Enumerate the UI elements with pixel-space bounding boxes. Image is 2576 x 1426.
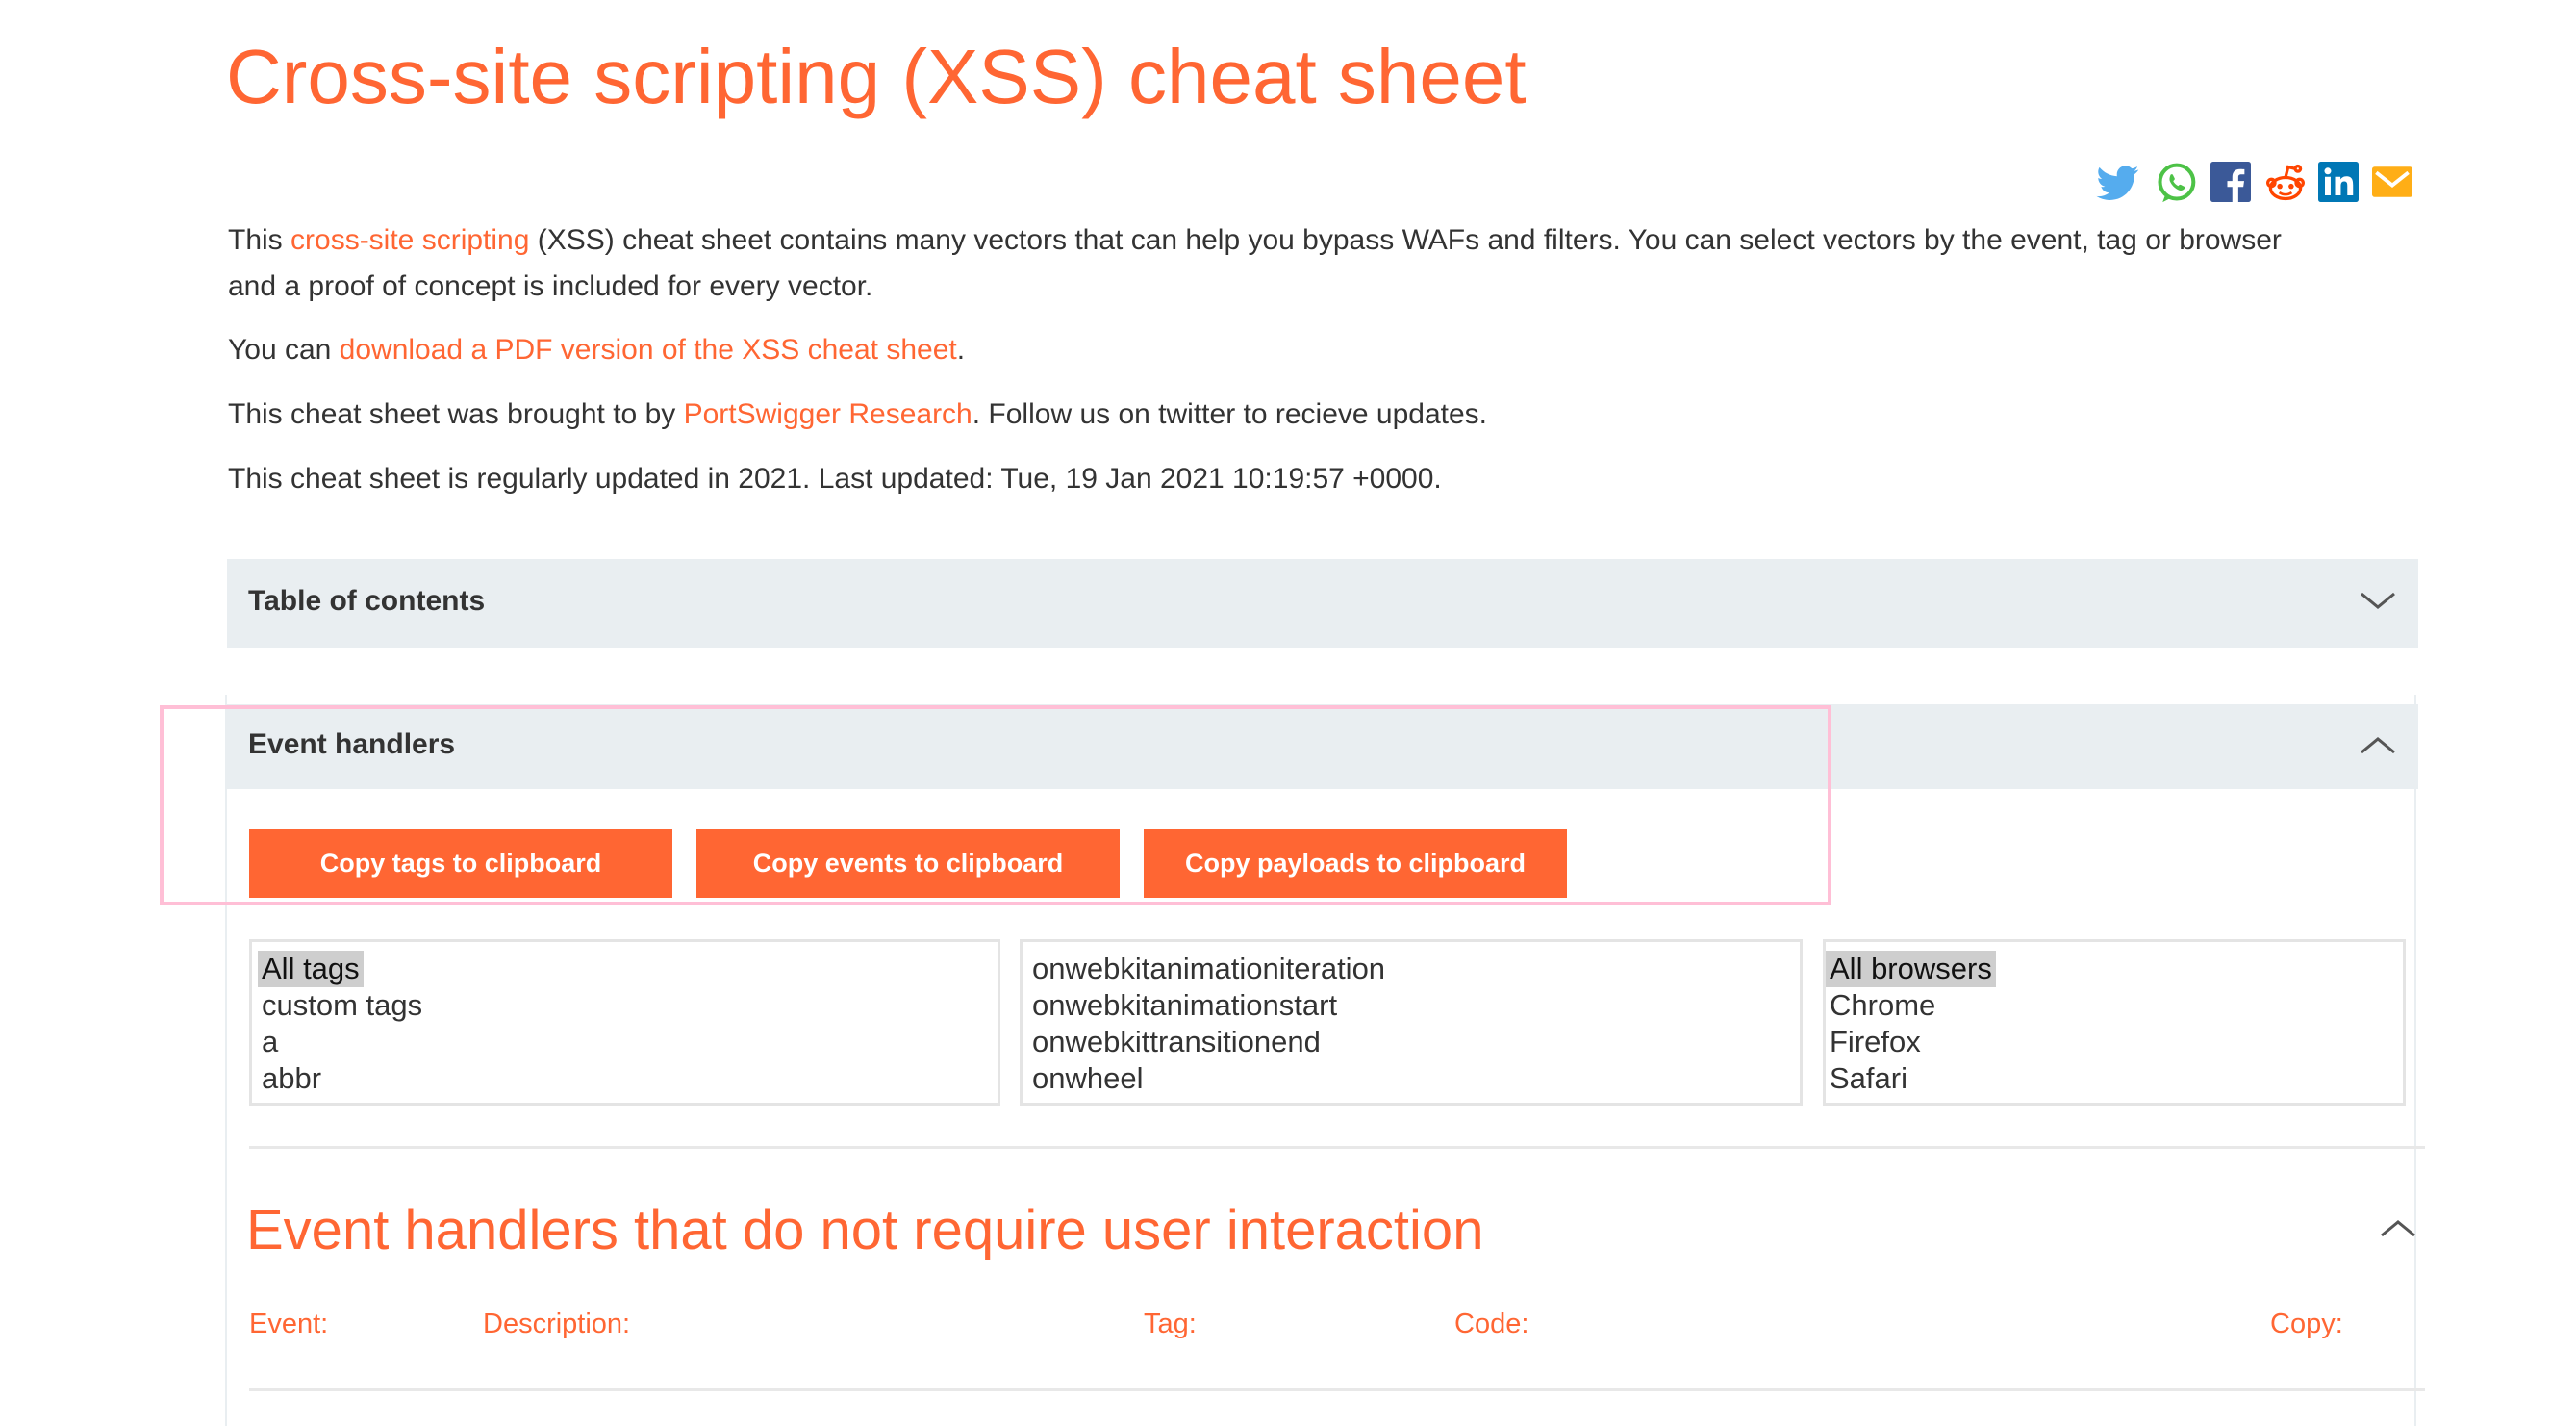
email-icon[interactable] bbox=[2372, 162, 2414, 204]
chevron-up-icon[interactable] bbox=[2379, 1210, 2417, 1249]
cross-site-scripting-link[interactable]: cross-site scripting bbox=[290, 224, 529, 256]
intro-paragraph-3: This cheat sheet was brought to by PortS… bbox=[228, 398, 1488, 430]
table-divider bbox=[249, 1388, 2425, 1391]
column-header-copy: Copy: bbox=[2270, 1309, 2343, 1339]
twitter-icon[interactable] bbox=[2095, 162, 2139, 204]
column-header-tag: Tag: bbox=[1144, 1309, 1197, 1339]
section-divider bbox=[249, 1146, 2425, 1149]
listbox-option[interactable]: abbr bbox=[258, 1060, 325, 1097]
whatsapp-icon[interactable] bbox=[2155, 162, 2197, 204]
reddit-icon[interactable] bbox=[2264, 162, 2307, 204]
column-header-event: Event: bbox=[249, 1309, 329, 1339]
chevron-up-icon[interactable] bbox=[2359, 726, 2397, 764]
page-title: Cross-site scripting (XSS) cheat sheet bbox=[226, 34, 1527, 119]
share-icons bbox=[0, 162, 2576, 204]
listbox-option[interactable]: custom tags bbox=[258, 987, 426, 1024]
listbox-option[interactable]: onwebkittransitionend bbox=[1028, 1024, 1325, 1060]
listbox-option[interactable]: All browsers bbox=[1826, 951, 1996, 987]
event-handlers-label: Event handlers bbox=[248, 728, 456, 760]
listbox-option[interactable]: All tags bbox=[258, 951, 364, 987]
events-listbox[interactable]: onwebkitanimationiteration onwebkitanima… bbox=[1020, 939, 1803, 1106]
column-header-code: Code: bbox=[1454, 1309, 1529, 1339]
copy-tags-button[interactable]: Copy tags to clipboard bbox=[249, 829, 672, 898]
listbox-option[interactable]: Firefox bbox=[1826, 1024, 1925, 1060]
listbox-option[interactable]: a bbox=[258, 1024, 282, 1060]
browsers-listbox[interactable]: All browsers Chrome Firefox Safari Edge bbox=[1823, 939, 2406, 1106]
linkedin-icon[interactable] bbox=[2318, 162, 2361, 204]
toc-accordion-header[interactable]: Table of contents bbox=[227, 559, 2418, 648]
toc-label: Table of contents bbox=[248, 585, 486, 617]
listbox-option[interactable]: onwebkitanimationiteration bbox=[1028, 951, 1389, 987]
listbox-option[interactable]: Chrome bbox=[1826, 987, 1939, 1024]
intro-paragraph-2: You can download a PDF version of the XS… bbox=[228, 334, 966, 366]
listbox-option[interactable]: Edge bbox=[1826, 1097, 1903, 1103]
intro-paragraph-4: This cheat sheet is regularly updated in… bbox=[228, 463, 1442, 495]
event-handlers-accordion-header[interactable]: Event handlers bbox=[227, 704, 2418, 789]
tags-listbox[interactable]: All tags custom tags a abbr bbox=[249, 939, 1000, 1106]
facebook-icon[interactable] bbox=[2210, 162, 2253, 204]
listbox-option[interactable]: onwebkitanimationstart bbox=[1028, 987, 1341, 1024]
download-pdf-link[interactable]: download a PDF version of the XSS cheat … bbox=[340, 334, 957, 366]
copy-events-button[interactable]: Copy events to clipboard bbox=[696, 829, 1120, 898]
column-header-description: Description: bbox=[483, 1309, 631, 1339]
chevron-down-icon[interactable] bbox=[2359, 582, 2397, 621]
intro-paragraph-1: This cross-site scripting (XSS) cheat sh… bbox=[228, 224, 2282, 302]
listbox-option[interactable]: onwheel bbox=[1028, 1060, 1147, 1097]
no-interaction-heading: Event handlers that do not require user … bbox=[246, 1199, 1484, 1261]
portswigger-research-link[interactable]: PortSwigger Research bbox=[684, 398, 972, 430]
copy-payloads-button[interactable]: Copy payloads to clipboard bbox=[1144, 829, 1567, 898]
listbox-option[interactable]: Safari bbox=[1826, 1060, 1911, 1097]
